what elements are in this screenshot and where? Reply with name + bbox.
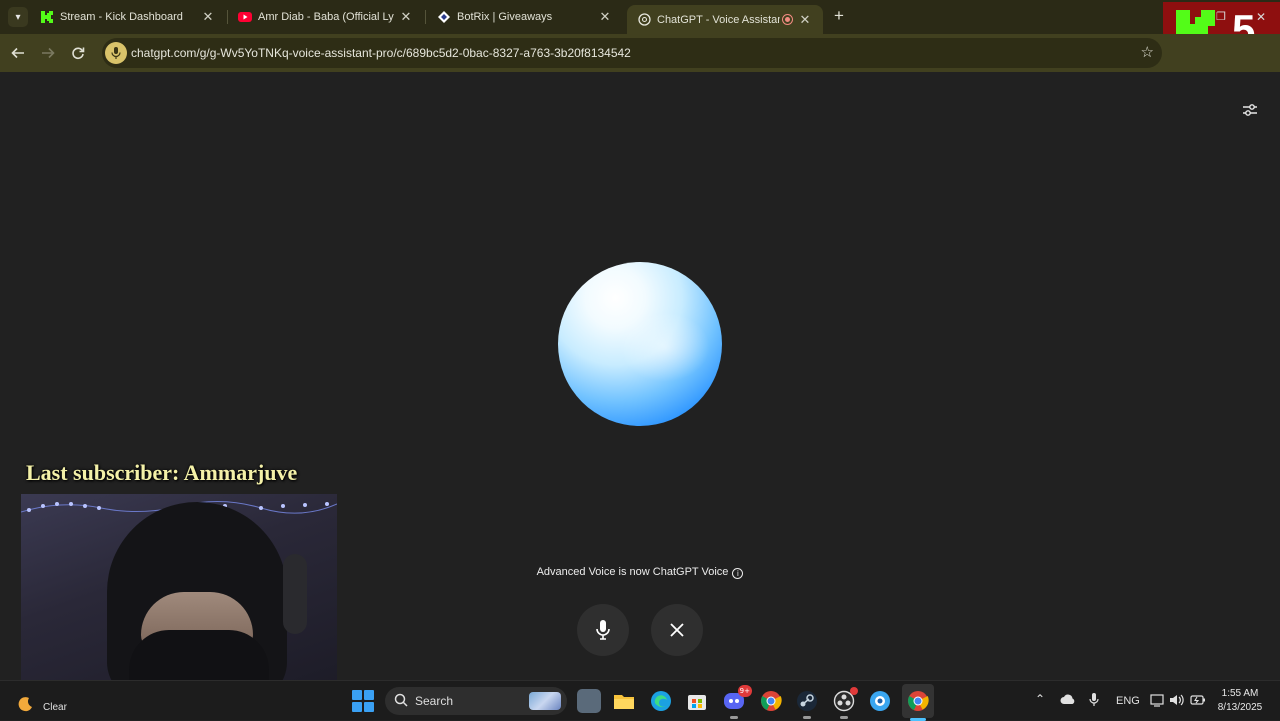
tab-close-icon[interactable]: ✕ xyxy=(597,9,613,25)
chatgpt-icon xyxy=(637,13,651,27)
language-indicator[interactable]: ENG xyxy=(1116,695,1140,707)
microphone-button[interactable] xyxy=(577,604,629,656)
weather-moon-icon[interactable] xyxy=(18,696,34,712)
volume-icon[interactable] xyxy=(1169,693,1185,710)
arrow-right-icon xyxy=(42,47,55,59)
microphone-icon xyxy=(596,620,610,640)
clock-time: 1:55 AM xyxy=(1221,688,1259,699)
voice-notice-text: Advanced Voice is now ChatGPT Voice xyxy=(536,566,729,578)
tab-title: Amr Diab - Baba (Official Lyric V xyxy=(258,11,394,23)
search-highlight-image xyxy=(529,692,561,710)
youtube-icon xyxy=(238,10,252,24)
file-explorer-icon[interactable] xyxy=(612,689,636,713)
close-icon xyxy=(670,623,684,637)
discord-icon[interactable]: 9+ xyxy=(722,685,752,719)
chrome-profile-icon[interactable] xyxy=(906,689,930,713)
last-subscriber-banner: Last subscriber: Ammarjuve xyxy=(26,460,298,485)
reload-icon xyxy=(72,47,85,60)
onedrive-icon[interactable] xyxy=(1060,694,1076,708)
recording-indicator-icon xyxy=(782,14,793,25)
tab-close-icon[interactable]: ✕ xyxy=(797,12,813,28)
tab-separator xyxy=(425,10,426,24)
microsoft-store-icon[interactable] xyxy=(685,689,709,713)
restore-window-icon[interactable]: ❐ xyxy=(1216,10,1226,23)
tab-title: ChatGPT - Voice Assistant P xyxy=(657,13,780,26)
chrome-icon[interactable] xyxy=(759,689,783,713)
obs-live-dot xyxy=(850,687,858,695)
network-icon[interactable] xyxy=(1150,693,1164,710)
url-text: chatgpt.com/g/g-Wv5YoTNKq-voice-assistan… xyxy=(131,46,631,60)
tab-kick-dashboard[interactable]: Stream - Kick Dashboard ✕ xyxy=(30,4,226,30)
arrow-left-icon xyxy=(11,47,24,59)
bookmark-star-icon[interactable]: ☆ xyxy=(1141,43,1154,61)
task-view-icon[interactable] xyxy=(577,689,601,713)
botrix-icon xyxy=(437,10,451,24)
battery-icon[interactable] xyxy=(1190,693,1206,710)
tab-chatgpt-voice-assistant[interactable]: ChatGPT - Voice Assistant P ✕ xyxy=(627,5,823,34)
weather-label[interactable]: Clear xyxy=(43,702,67,713)
voice-settings-button[interactable] xyxy=(1240,100,1260,120)
end-voice-button[interactable] xyxy=(651,604,703,656)
screen-capture-app-icon[interactable] xyxy=(868,689,892,713)
new-tab-button[interactable]: + xyxy=(830,7,848,25)
clock-date: 8/13/2025 xyxy=(1217,702,1263,713)
steam-icon[interactable] xyxy=(795,689,819,719)
sliders-icon xyxy=(1243,104,1257,116)
taskbar-search[interactable]: Search xyxy=(385,687,567,715)
tab-close-icon[interactable]: ✕ xyxy=(200,9,216,25)
tab-youtube-amr-diab[interactable]: Amr Diab - Baba (Official Lyric V ✕ xyxy=(228,4,424,30)
tab-strip: ▾ Stream - Kick Dashboard ✕ Amr Diab - B… xyxy=(0,0,1280,34)
address-bar[interactable]: chatgpt.com/g/g-Wv5YoTNKq-voice-assistan… xyxy=(102,38,1162,68)
microphone-tray-icon[interactable] xyxy=(1089,693,1099,710)
tab-botrix-giveaways[interactable]: BotRix | Giveaways ✕ xyxy=(427,4,623,30)
discord-notification-badge: 9+ xyxy=(737,685,752,697)
forward-button[interactable] xyxy=(37,42,59,64)
start-button[interactable] xyxy=(352,690,374,712)
info-icon[interactable]: i xyxy=(732,568,744,579)
voice-orb-highlight xyxy=(620,312,710,382)
search-label: Search xyxy=(415,694,454,708)
microphone-in-use-icon[interactable] xyxy=(105,42,127,64)
tab-title: Stream - Kick Dashboard xyxy=(60,11,183,23)
webcam-feed xyxy=(21,494,337,700)
edge-icon[interactable] xyxy=(649,689,673,713)
system-clock[interactable]: 1:55 AM 8/13/2025 xyxy=(1212,687,1268,715)
back-button[interactable] xyxy=(7,42,29,64)
obs-icon[interactable] xyxy=(832,687,858,719)
search-icon xyxy=(394,693,408,707)
browser-toolbar: chatgpt.com/g/g-Wv5YoTNKq-voice-assistan… xyxy=(0,34,1280,72)
windows-taskbar: Clear Search 9+ ⌃ ENG 1:55 AM 8/13/2025 xyxy=(0,680,1280,721)
kick-icon xyxy=(40,10,54,24)
tab-close-icon[interactable]: ✕ xyxy=(398,9,414,25)
show-hidden-icons-button[interactable]: ⌃ xyxy=(1035,692,1045,706)
close-window-icon[interactable]: ✕ xyxy=(1256,10,1266,24)
headphones xyxy=(283,554,307,634)
tab-title: BotRix | Giveaways xyxy=(457,11,553,23)
tab-search-menu-button[interactable]: ▾ xyxy=(8,7,28,27)
reload-button[interactable] xyxy=(67,42,89,64)
